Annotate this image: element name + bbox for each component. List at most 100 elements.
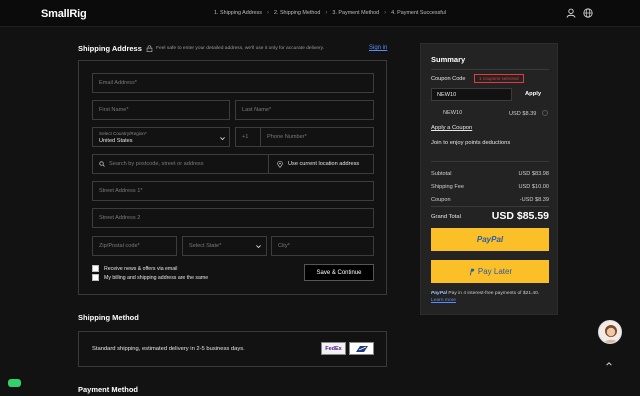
coupon-radio[interactable] [542, 110, 548, 116]
points-link[interactable]: Join to enjoy points deductions [431, 140, 510, 146]
street2-placeholder: Street Address 2 [99, 215, 141, 221]
state-placeholder: Select State* [189, 243, 222, 249]
paypal-button[interactable]: PayPal [431, 228, 549, 251]
paypal-logo-icon [469, 268, 475, 275]
street-address-1-field[interactable]: Street Address 1* [92, 181, 374, 201]
applied-coupon-amount: USD $8.39 [509, 111, 537, 117]
chevron-down-icon [256, 245, 261, 249]
fedex-logo-text: FedEx [325, 345, 342, 352]
order-summary: Summary Coupon Code 1 coupons selected N… [420, 43, 558, 315]
coupon-selected-badge: 1 coupons selected [474, 74, 524, 83]
first-name-placeholder: First Name* [99, 107, 129, 113]
apply-button[interactable]: Apply [525, 91, 541, 97]
paypal-button-label: PayPal [476, 235, 504, 244]
billing-same-option[interactable]: My billing and shipping address are the … [92, 274, 208, 281]
fedex-logo: FedEx [321, 342, 346, 355]
shipping-option-text: Standard shipping, estimated delivery in… [92, 346, 245, 352]
subtotal-value: USD $83.98 [518, 171, 549, 177]
shipping-option[interactable]: Standard shipping, estimated delivery in… [78, 331, 387, 367]
applied-coupon-row[interactable]: NEW10 USD $8.39 [431, 108, 549, 117]
divider [431, 161, 549, 162]
paypal-installment-note: PayPal Pay in 4 interest-free payments o… [431, 290, 549, 304]
shipping-method-title: Shipping Method [78, 313, 139, 322]
phone-code: +1 [242, 134, 249, 140]
pay-later-label: Pay Later [477, 267, 513, 276]
grand-total-label: Grand Total [431, 214, 461, 220]
state-select[interactable]: Select State* [182, 236, 267, 256]
use-location-button[interactable]: Use current location address [268, 154, 374, 174]
chevron-right-icon: › [266, 10, 269, 16]
globe-icon[interactable] [583, 8, 593, 18]
shipping-fee-label: Shipping Fee [431, 184, 464, 190]
chevron-right-icon: › [325, 10, 328, 16]
learn-more-link[interactable]: Learn more [431, 298, 456, 303]
summary-title: Summary [431, 55, 466, 64]
step-shipping-method: 2. Shipping Method [273, 10, 321, 16]
phone-code-field[interactable]: +1 [235, 127, 261, 147]
support-agent-avatar[interactable] [598, 320, 622, 344]
phone-placeholder: Phone Number* [267, 134, 307, 140]
eagle-icon [355, 345, 368, 352]
coupon-row-label: Coupon [431, 197, 451, 203]
newsletter-option[interactable]: Receive news & offers via email [92, 265, 177, 272]
usps-logo [349, 342, 374, 355]
shipping-address-form: Email Address* First Name* Last Name* Se… [78, 60, 387, 295]
shipping-address-title: Shipping Address [78, 44, 142, 53]
save-continue-button[interactable]: Save & Continue [304, 264, 374, 281]
step-payment-successful: 4. Payment Successful [391, 10, 446, 16]
agent-avatar-icon [603, 325, 619, 343]
email-placeholder: Email Address* [99, 80, 137, 86]
country-label: Select Country/Region* [99, 131, 147, 136]
street1-placeholder: Street Address 1* [99, 188, 143, 194]
billing-same-label: My billing and shipping address are the … [104, 274, 209, 281]
top-header: SmallRig 1. Shipping Address › 2. Shippi… [0, 0, 640, 27]
coupon-row-value: -USD $8.39 [519, 197, 549, 203]
user-icon[interactable] [566, 8, 576, 18]
search-icon [99, 161, 105, 167]
country-value: United States [99, 138, 133, 144]
paypal-mini-logo: PayPal [431, 291, 448, 296]
zip-placeholder: Zip/Postal code* [99, 243, 140, 249]
location-icon [277, 160, 283, 168]
grand-total-value: USD $85.59 [491, 210, 549, 222]
chevron-down-icon [220, 137, 225, 141]
billing-same-checkbox[interactable] [92, 274, 99, 281]
zip-field[interactable]: Zip/Postal code* [92, 236, 177, 256]
use-location-label: Use current location address [288, 161, 360, 167]
step-shipping-address: 1. Shipping Address [214, 10, 262, 16]
last-name-placeholder: Last Name* [242, 107, 272, 113]
coupon-code-label: Coupon Code [431, 76, 466, 82]
subtotal-label: Subtotal [431, 171, 452, 177]
payment-method-title: Payment Method [78, 385, 139, 394]
newsletter-label: Receive news & offers via email [104, 265, 178, 272]
first-name-field[interactable]: First Name* [92, 100, 230, 120]
lock-icon [146, 45, 153, 52]
chat-icon[interactable] [8, 379, 21, 387]
country-select[interactable]: Select Country/Region* United States [92, 127, 230, 147]
brand-logo[interactable]: SmallRig [41, 8, 87, 20]
chevron-right-icon: › [384, 10, 387, 16]
pay-later-button[interactable]: Pay Later [431, 260, 549, 283]
email-field[interactable]: Email Address* [92, 73, 374, 93]
city-placeholder: City* [278, 243, 290, 249]
newsletter-checkbox[interactable] [92, 265, 99, 272]
privacy-note-text: Feel safe to enter your detailed address… [156, 46, 325, 51]
step-payment-method: 3. Payment Method [332, 10, 380, 16]
city-field[interactable]: City* [271, 236, 374, 256]
privacy-note: Feel safe to enter your detailed address… [146, 45, 324, 52]
arrow-up-icon[interactable] [605, 360, 613, 368]
shipping-fee-value: USD $10.00 [518, 184, 549, 190]
last-name-field[interactable]: Last Name* [235, 100, 374, 120]
address-search-input[interactable]: Search by postcode, street or address [92, 154, 269, 174]
search-placeholder: Search by postcode, street or address [109, 161, 204, 167]
checkout-steps: 1. Shipping Address › 2. Shipping Method… [214, 10, 446, 16]
installment-text: Pay in 4 interest-free payments of $21.4… [448, 291, 540, 296]
applied-coupon-code: NEW10 [443, 110, 463, 116]
apply-coupon-link[interactable]: Apply a Coupon [431, 125, 472, 131]
divider [431, 206, 549, 207]
street-address-2-field[interactable]: Street Address 2 [92, 208, 374, 228]
sign-in-link[interactable]: Sign in [369, 45, 387, 51]
coupon-input[interactable]: NEW10 [431, 88, 512, 101]
phone-number-field[interactable]: Phone Number* [260, 127, 374, 147]
divider [431, 69, 549, 70]
